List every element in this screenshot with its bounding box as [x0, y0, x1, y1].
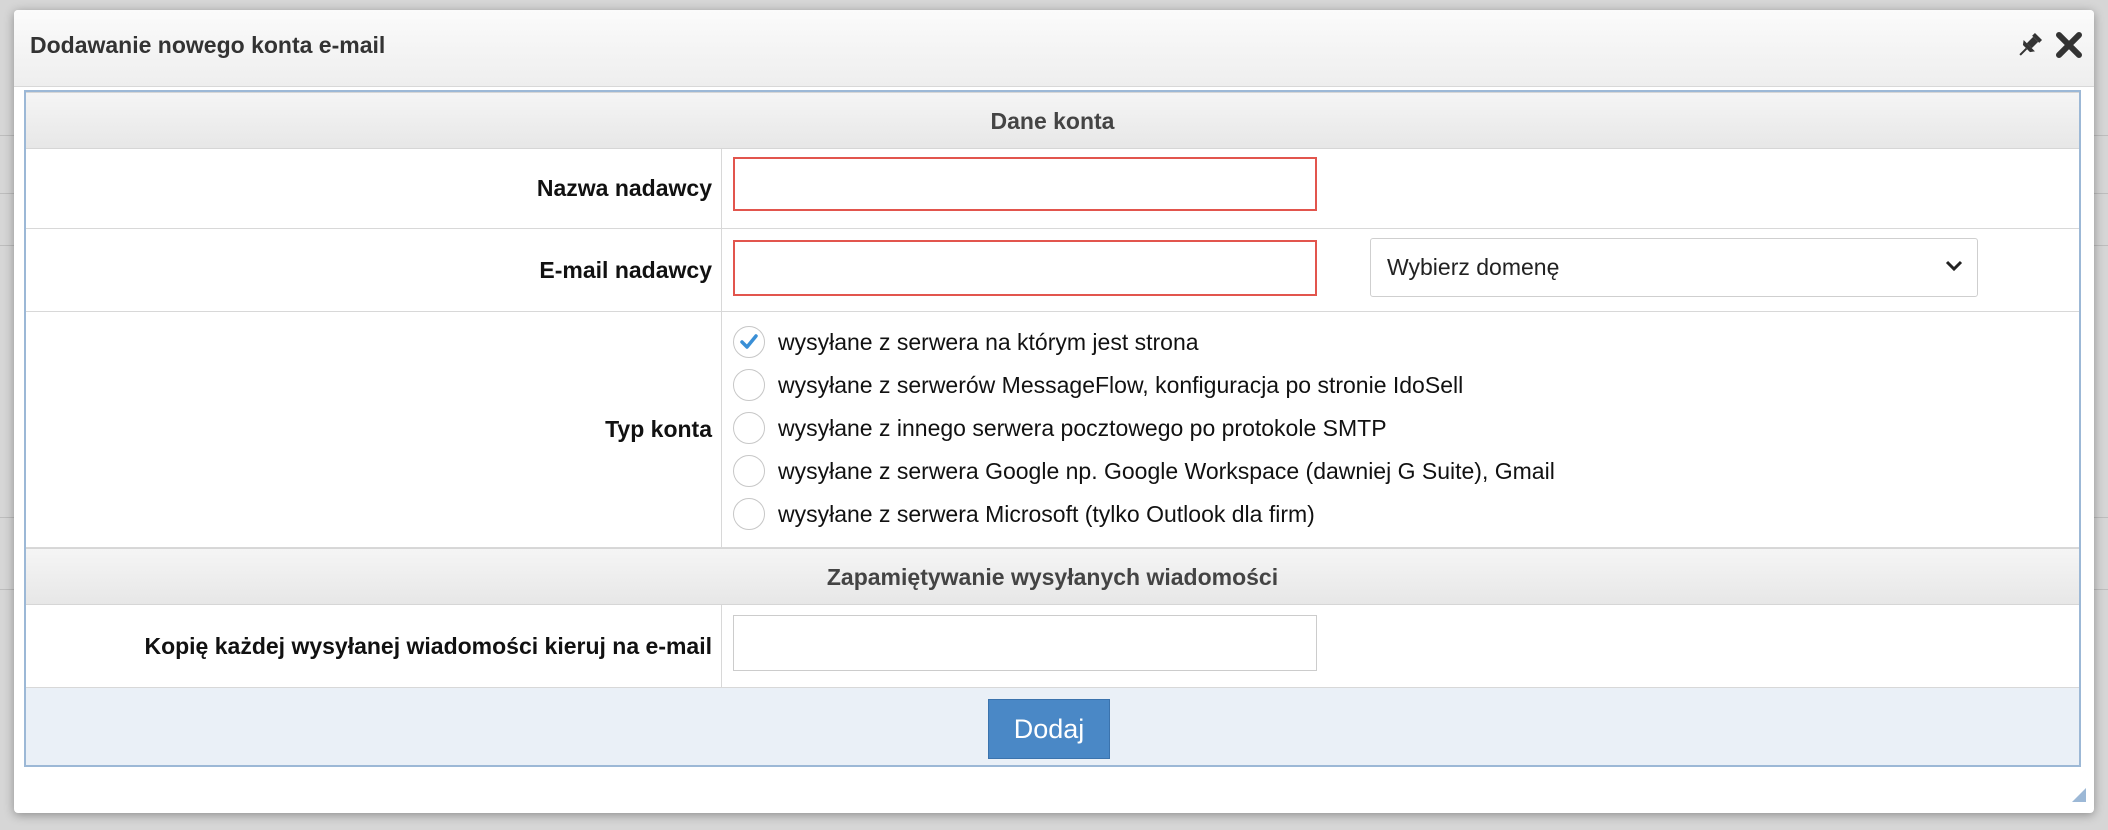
pin-icon[interactable] — [2013, 28, 2047, 62]
radio-option-messageflow[interactable]: wysyłane z serwerów MessageFlow, konfigu… — [733, 365, 1463, 405]
chevron-down-icon — [1945, 260, 1963, 272]
radio-option-local-server[interactable]: wysyłane z serwera na którym jest strona — [733, 322, 1199, 362]
radio-label: wysyłane z serwera Microsoft (tylko Outl… — [778, 500, 1315, 527]
radio-label: wysyłane z serwera na którym jest strona — [778, 328, 1199, 355]
domain-select-value: Wybierz domenę — [1387, 254, 1560, 280]
radio-option-smtp[interactable]: wysyłane z innego serwera pocztowego po … — [733, 408, 1387, 448]
copy-email-cell — [723, 605, 2079, 687]
sender-email-cell: Wybierz domenę — [723, 229, 2079, 311]
account-type-label: Typ konta — [26, 312, 722, 547]
radio-option-microsoft[interactable]: wysyłane z serwera Microsoft (tylko Outl… — [733, 494, 1315, 534]
resize-handle-icon[interactable] — [2072, 788, 2086, 802]
form-footer: Dodaj — [26, 688, 2079, 765]
add-email-account-dialog: Dodawanie nowego konta e-mail Dane konta… — [14, 10, 2094, 813]
dialog-header: Dodawanie nowego konta e-mail — [14, 10, 2094, 87]
copy-email-input[interactable] — [733, 615, 1317, 671]
radio-unchecked — [733, 498, 765, 530]
close-icon[interactable] — [2052, 28, 2086, 62]
section-header-remember-sent: Zapamiętywanie wysyłanych wiadomości — [26, 548, 2079, 605]
radio-unchecked — [733, 412, 765, 444]
sender-email-input[interactable] — [733, 240, 1317, 296]
radio-label: wysyłane z serwerów MessageFlow, konfigu… — [778, 371, 1464, 398]
account-type-options: wysyłane z serwera na którym jest strona… — [723, 312, 2079, 547]
sender-name-label: Nazwa nadawcy — [26, 149, 722, 228]
copy-email-label: Kopię każdej wysyłanej wiadomości kieruj… — [26, 605, 722, 687]
section-header-account-data: Dane konta — [26, 92, 2079, 149]
radio-option-google[interactable]: wysyłane z serwera Google np. Google Wor… — [733, 451, 1555, 491]
row-sender-name: Nazwa nadawcy — [26, 149, 2079, 229]
radio-unchecked — [733, 369, 765, 401]
radio-checked — [733, 326, 765, 358]
radio-label: wysyłane z serwera Google np. Google Wor… — [778, 457, 1555, 484]
sender-name-cell — [723, 149, 2079, 228]
add-button[interactable]: Dodaj — [988, 699, 1110, 759]
radio-label: wysyłane z innego serwera pocztowego po … — [778, 414, 1387, 441]
row-account-type: Typ konta wysyłane z serwera na którym j… — [26, 312, 2079, 548]
sender-email-label: E-mail nadawcy — [26, 229, 722, 311]
dialog-title: Dodawanie nowego konta e-mail — [30, 32, 386, 58]
radio-unchecked — [733, 455, 765, 487]
form-panel: Dane konta Nazwa nadawcy E-mail nadawcy … — [24, 90, 2081, 767]
row-sender-email: E-mail nadawcy Wybierz domenę — [26, 229, 2079, 312]
checkmark-icon — [740, 334, 758, 349]
row-copy-email: Kopię każdej wysyłanej wiadomości kieruj… — [26, 605, 2079, 688]
domain-select[interactable]: Wybierz domenę — [1370, 238, 1978, 297]
sender-name-input[interactable] — [733, 157, 1317, 211]
